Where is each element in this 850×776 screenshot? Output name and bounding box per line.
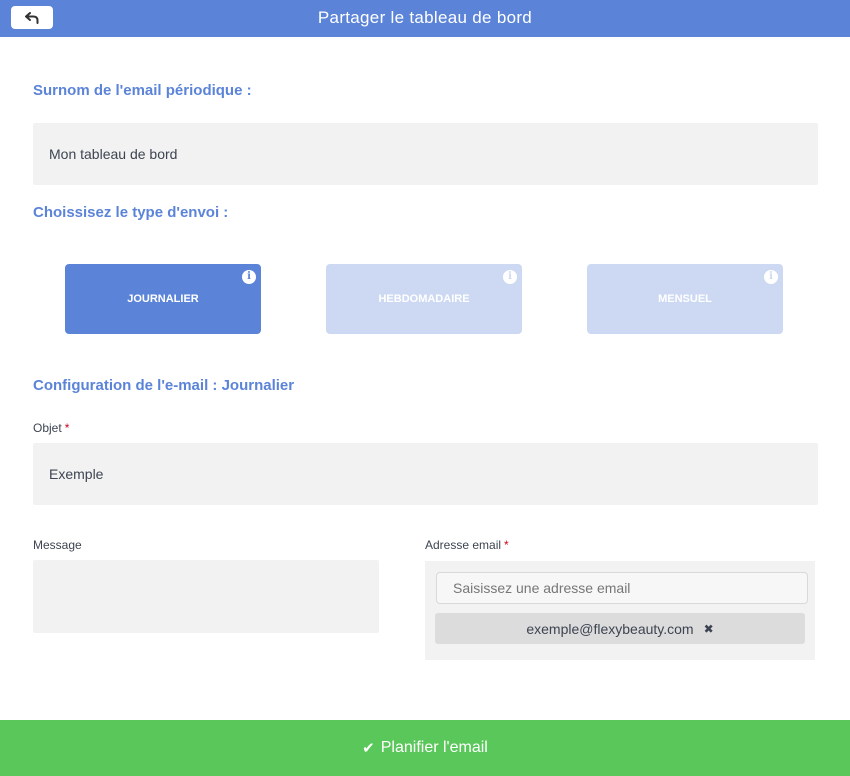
required-mark: * [64,421,70,435]
schedule-email-label: Planifier l'email [380,739,488,756]
subject-input[interactable] [33,443,818,505]
email-tag: exemple@flexybeauty.com ✖ [435,613,805,644]
type-weekly-button[interactable]: HEBDOMADAIRE i [326,264,522,334]
nickname-section-title: Surnom de l'email périodique : [33,82,252,99]
type-monthly-button[interactable]: MENSUEL i [587,264,783,334]
check-icon: ✔ [362,740,375,757]
page-title: Partager le tableau de bord [317,8,533,27]
email-label: Adresse email * [425,538,509,552]
type-monthly-label: MENSUEL [658,293,712,305]
config-section-title: Configuration de l'e-mail : Journalier [33,377,295,394]
type-daily-label: JOURNALIER [127,293,199,305]
nickname-input[interactable] [33,123,818,185]
info-icon[interactable]: i [242,270,256,284]
top-bar: Partager le tableau de bord [0,0,850,37]
info-icon[interactable]: i [764,270,778,284]
message-label: Message [33,538,82,552]
remove-tag-icon[interactable]: ✖ [704,622,714,636]
info-icon[interactable]: i [503,270,517,284]
email-tag-text: exemple@flexybeauty.com [526,620,694,637]
required-mark: * [504,538,509,552]
message-textarea[interactable] [33,560,379,633]
type-weekly-label: HEBDOMADAIRE [378,293,470,305]
schedule-email-button[interactable]: ✔ Planifier l'email [0,720,850,776]
send-type-section-title: Choissisez le type d'envoi : [33,204,229,221]
email-recipients-box: exemple@flexybeauty.com ✖ [425,561,815,660]
email-input[interactable] [436,572,808,604]
type-daily-button[interactable]: JOURNALIER i [65,264,261,334]
subject-label: Objet * [33,421,70,435]
